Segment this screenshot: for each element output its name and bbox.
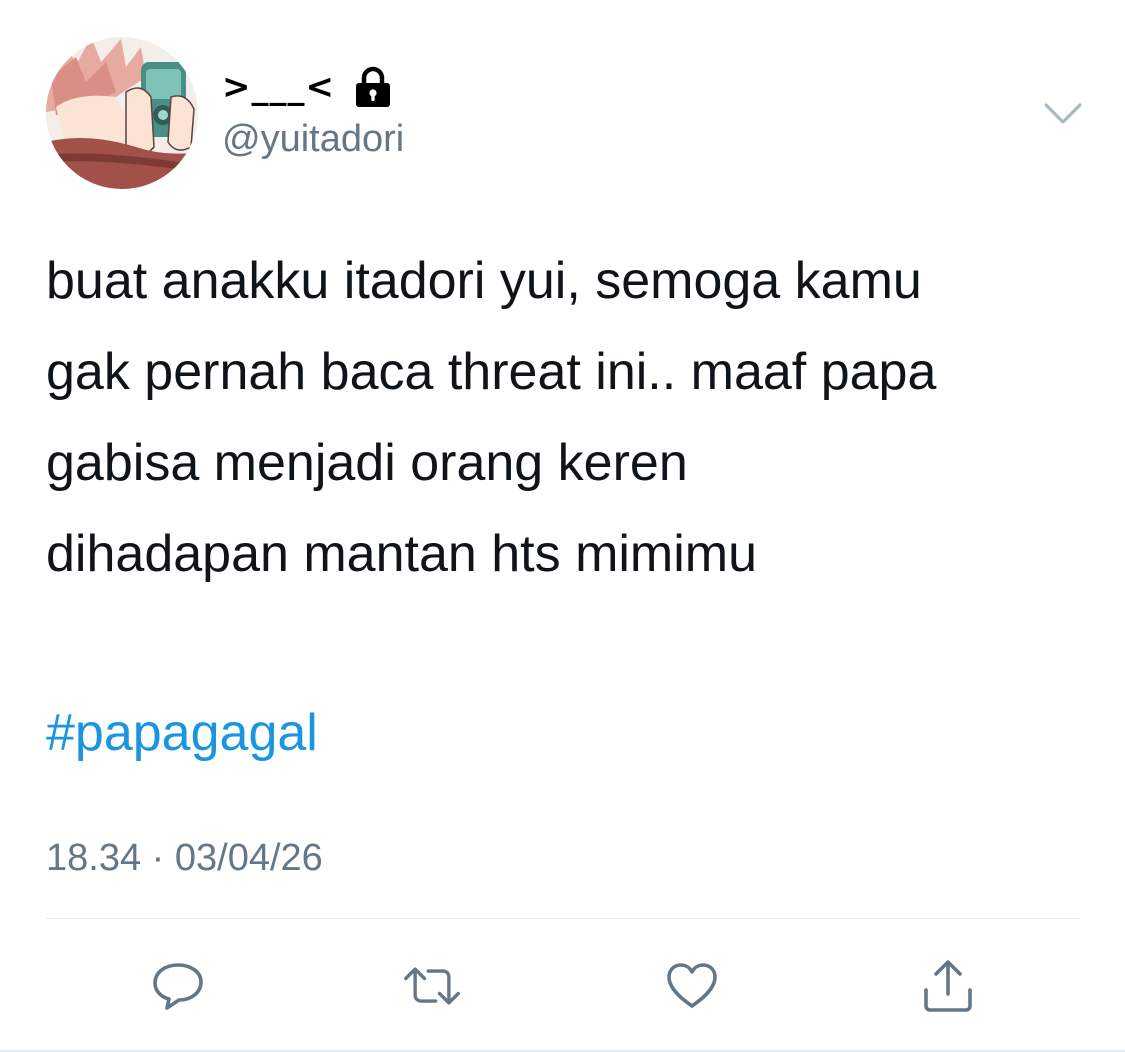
- tweet-text-line: dihadapan mantan hts mimimu: [46, 525, 758, 583]
- tweet-text-line: gabisa menjadi orang keren: [46, 434, 688, 492]
- retweet-icon: [404, 967, 460, 1005]
- display-name[interactable]: >___<: [222, 67, 335, 107]
- tweet-menu-button[interactable]: [1040, 94, 1086, 134]
- hashtag-link[interactable]: #papagagal: [46, 688, 318, 779]
- tweet-text: buat anakku itadori yui, semoga kamu gak…: [46, 236, 1096, 600]
- tweet-timestamp: 18.34 · 03/04/26: [46, 837, 323, 879]
- share-icon: [924, 960, 972, 1012]
- reply-button[interactable]: [148, 958, 208, 1014]
- divider: [46, 918, 1080, 919]
- tweet-text-line: buat anakku itadori yui, semoga kamu: [46, 252, 922, 310]
- like-icon: [667, 963, 717, 1008]
- lock-icon: [355, 66, 390, 107]
- avatar-photo-icon: [46, 37, 198, 189]
- retweet-button[interactable]: [402, 958, 462, 1014]
- avatar[interactable]: [46, 37, 198, 189]
- share-button[interactable]: [918, 958, 978, 1014]
- chevron-down-icon: [1044, 103, 1082, 124]
- display-name-row: >___<: [222, 62, 393, 112]
- user-handle[interactable]: @yuitadori: [222, 118, 404, 161]
- tweet-text-line: gak pernah baca threat ini.. maaf papa: [46, 343, 937, 401]
- reply-icon: [153, 963, 203, 1010]
- like-button[interactable]: [662, 958, 722, 1014]
- tweet-card: >___< @yuitadori buat anakku itadori yui…: [0, 0, 1125, 1052]
